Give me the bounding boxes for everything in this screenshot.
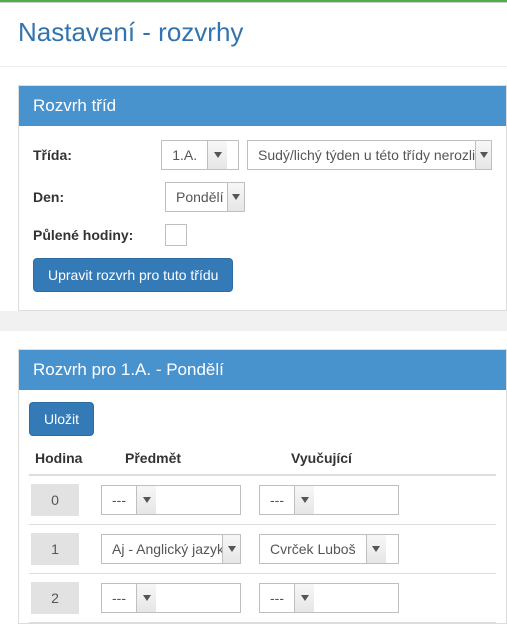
header-subject: Předmět: [91, 450, 249, 466]
chevron-down-icon: [294, 486, 314, 514]
label-class: Třída:: [33, 147, 161, 163]
table-row: 2 --- ---: [29, 574, 496, 623]
chevron-down-icon: [294, 584, 314, 612]
chevron-down-icon: [207, 141, 227, 169]
select-subject[interactable]: ---: [101, 485, 241, 515]
select-week-type[interactable]: Sudý/lichý týden u této třídy nerozlišuj…: [247, 140, 492, 170]
chevron-down-icon: [366, 535, 386, 563]
select-teacher-value: ---: [260, 584, 294, 612]
chevron-down-icon: [136, 486, 156, 514]
select-teacher-value: ---: [260, 486, 294, 514]
select-subject-value: Aj - Anglický jazyk: [102, 535, 222, 563]
select-day[interactable]: Pondělí: [165, 182, 245, 212]
select-teacher[interactable]: ---: [259, 583, 399, 613]
select-subject[interactable]: ---: [101, 583, 241, 613]
select-teacher-value: Cvrček Luboš: [260, 535, 366, 563]
panel-schedule-table: Rozvrh pro 1.A. - Pondělí Uložit Hodina …: [18, 349, 507, 624]
table-row: 1 Aj - Anglický jazyk Cvrček Luboš: [29, 525, 496, 574]
panel-schedule-settings: Rozvrh tříd Třída: 1.A. Sudý/lichý týden…: [18, 85, 507, 311]
select-week-value: Sudý/lichý týden u této třídy nerozlišuj…: [248, 141, 475, 169]
table-header-row: Hodina Předmět Vyučující: [29, 442, 496, 476]
select-teacher[interactable]: ---: [259, 485, 399, 515]
panel-header-settings: Rozvrh tříd: [19, 86, 506, 126]
label-day: Den:: [33, 189, 165, 205]
chevron-down-icon: [136, 584, 156, 612]
edit-schedule-button[interactable]: Upravit rozvrh pro tuto třídu: [33, 258, 233, 292]
select-day-value: Pondělí: [166, 183, 227, 211]
header-teacher: Vyučující: [249, 450, 407, 466]
select-subject-value: ---: [102, 584, 136, 612]
hour-cell: 2: [31, 582, 79, 614]
save-button[interactable]: Uložit: [29, 402, 94, 436]
table-row: 0 --- ---: [29, 476, 496, 525]
chevron-down-icon: [222, 535, 240, 563]
select-teacher[interactable]: Cvrček Luboš: [259, 534, 399, 564]
select-class[interactable]: 1.A.: [161, 140, 239, 170]
select-subject[interactable]: Aj - Anglický jazyk: [101, 534, 241, 564]
chevron-down-icon: [475, 141, 491, 169]
header-hour: Hodina: [29, 450, 91, 466]
label-split-hours: Půlené hodiny:: [33, 227, 165, 243]
hour-cell: 1: [31, 533, 79, 565]
chevron-down-icon: [227, 183, 244, 211]
select-subject-value: ---: [102, 486, 136, 514]
page-title: Nastavení - rozvrhy: [0, 3, 507, 67]
select-class-value: 1.A.: [162, 141, 207, 169]
hour-cell: 0: [31, 484, 79, 516]
panel-header-table: Rozvrh pro 1.A. - Pondělí: [19, 350, 506, 390]
checkbox-split-hours[interactable]: [165, 224, 187, 246]
